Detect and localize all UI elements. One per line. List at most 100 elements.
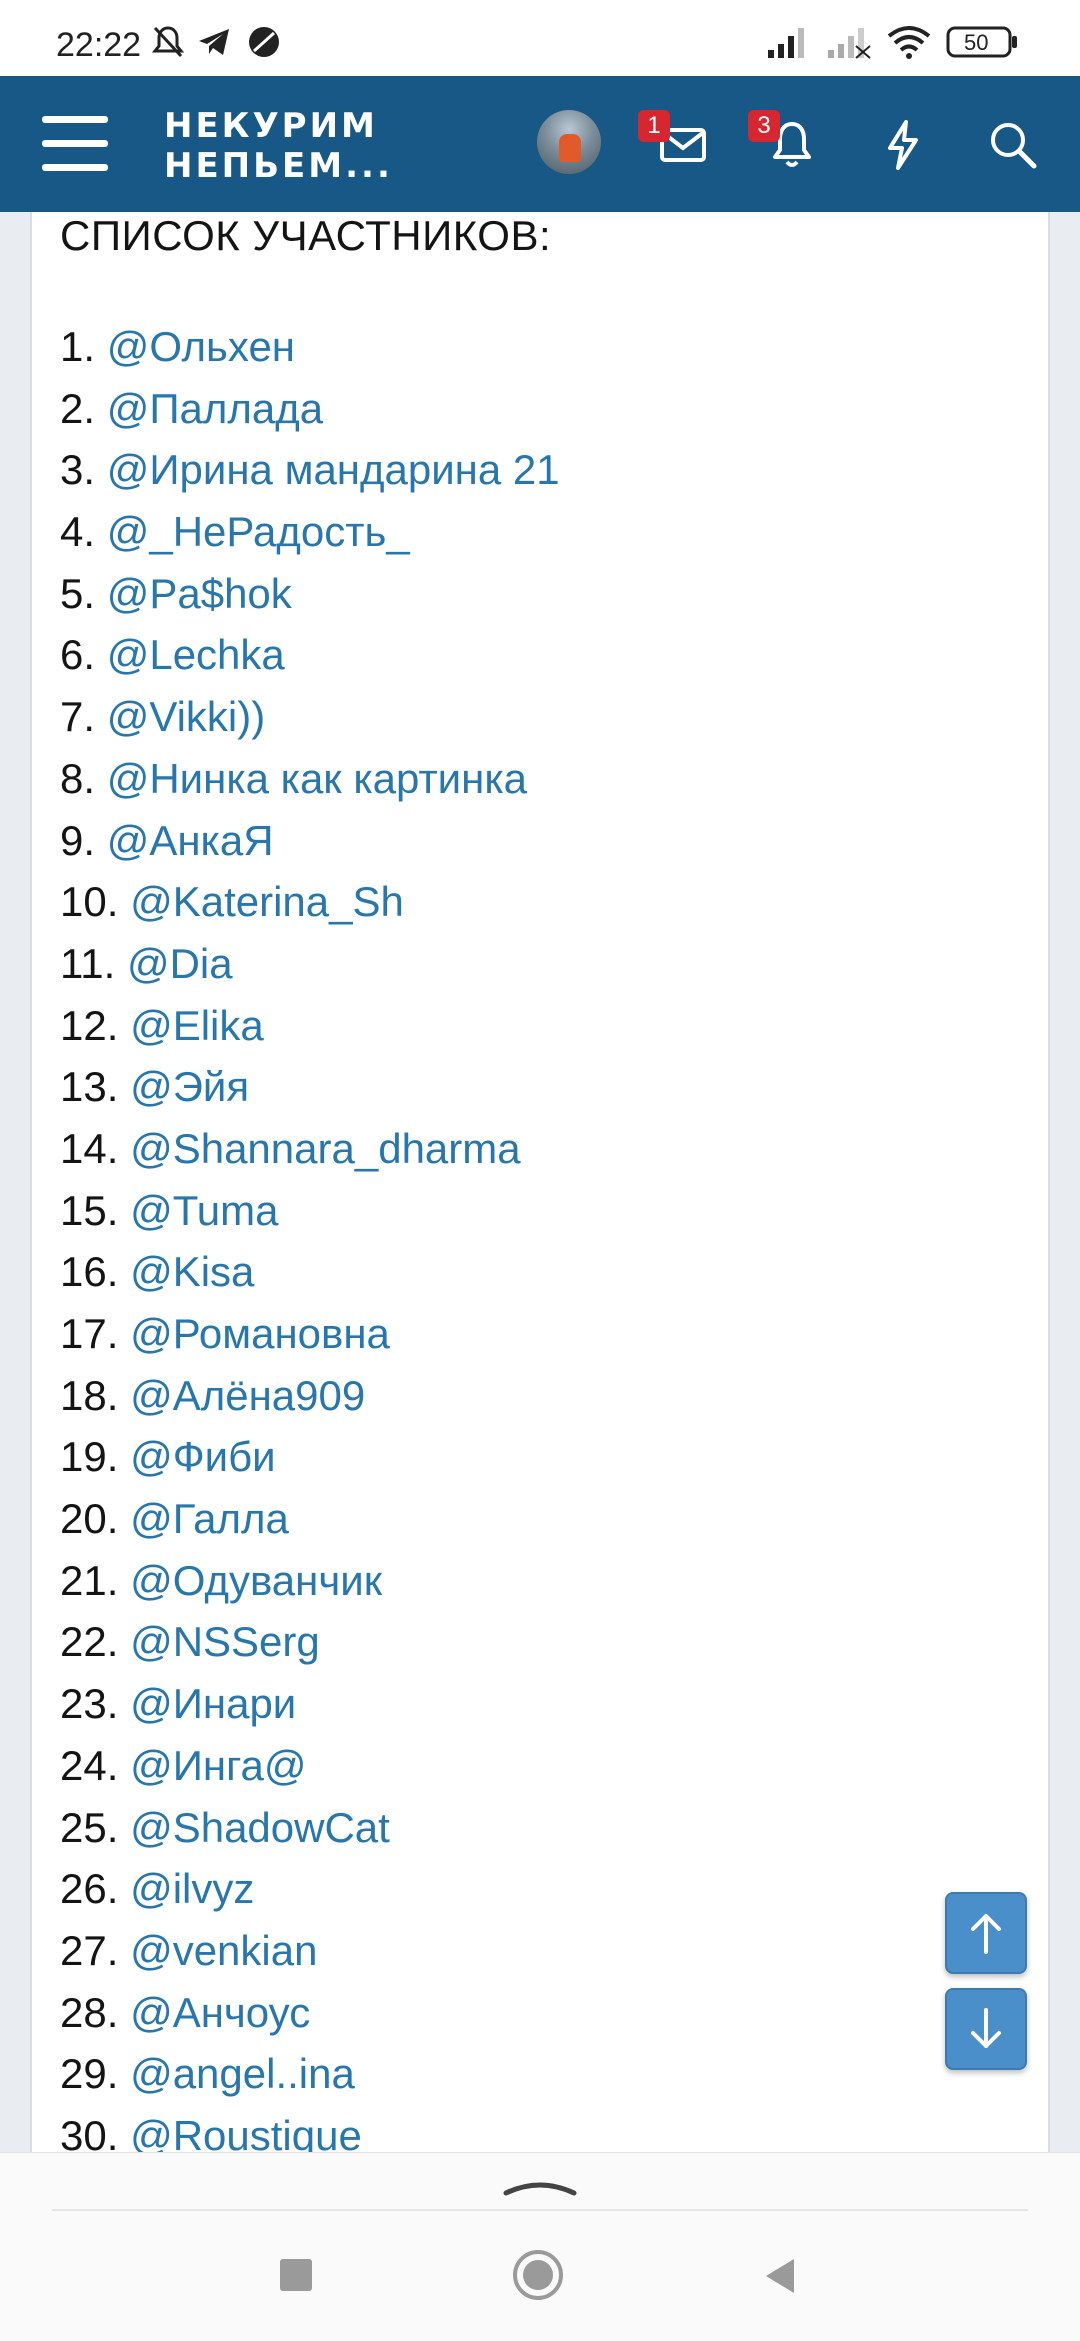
alerts-badge: 3 [748, 110, 780, 142]
search-button[interactable] [980, 112, 1044, 176]
list-item: 8. @Нинка как картинка [60, 748, 560, 810]
list-item: 16. @Kisa [60, 1241, 560, 1303]
list-item-number: 21. [60, 1556, 119, 1604]
user-mention-link[interactable]: @Katerina_Sh [130, 878, 404, 925]
user-mention-link[interactable]: @_НеРадость_ [107, 508, 410, 555]
user-mention-link[interactable]: @Elika [130, 1002, 264, 1049]
user-mention-link[interactable]: @Инари [130, 1680, 296, 1727]
menu-button[interactable] [42, 116, 108, 171]
home-button[interactable] [512, 2249, 564, 2301]
lightning-icon [888, 120, 918, 170]
list-item: 21. @Одуванчик [60, 1550, 560, 1612]
list-item: 29. @angel..ina [60, 2043, 560, 2105]
bottom-bar [0, 2152, 1080, 2341]
list-item-number: 7. [60, 693, 96, 741]
list-item-number: 24. [60, 1741, 119, 1789]
list-item: 2. @Паллада [60, 378, 560, 440]
alerts-button[interactable]: 3 [748, 110, 824, 176]
status-time: 22:22 [56, 26, 142, 64]
user-mention-link[interactable]: @venkian [130, 1927, 317, 1974]
scroll-to-top-button[interactable] [945, 1892, 1027, 1974]
site-header: НЕКУРИМ НЕПЬЕМ... 1 3 [0, 76, 1080, 212]
user-mention-link[interactable]: @Ольхен [107, 323, 295, 370]
user-mention-link[interactable]: @NSSerg [130, 1618, 320, 1665]
recents-button[interactable] [278, 2257, 314, 2293]
user-mention-link[interactable]: @Shannara_dharma [130, 1125, 521, 1172]
list-item: 22. @NSSerg [60, 1611, 560, 1673]
messages-badge: 1 [638, 110, 670, 142]
user-mention-link[interactable]: @Tuma [130, 1187, 278, 1234]
user-mention-link[interactable]: @Эйя [130, 1063, 249, 1110]
list-item-number: 15. [60, 1186, 119, 1234]
list-item: 28. @Анчоус [60, 1982, 560, 2044]
list-item-number: 27. [60, 1926, 119, 1974]
user-avatar[interactable] [537, 110, 601, 174]
user-mention-link[interactable]: @Паллада [107, 385, 323, 432]
list-item: 25. @ShadowCat [60, 1797, 560, 1859]
user-mention-link[interactable]: @Алёна909 [130, 1372, 365, 1419]
list-item-number: 13. [60, 1063, 119, 1111]
signal-icon [828, 28, 871, 59]
list-item: 9. @АнкаЯ [60, 810, 560, 872]
site-logo[interactable]: НЕКУРИМ НЕПЬЕМ... [164, 106, 393, 186]
user-mention-link[interactable]: @Dia [127, 940, 233, 987]
list-item-number: 19. [60, 1433, 119, 1481]
arrow-down-icon [971, 2008, 1001, 2048]
list-item-number: 23. [60, 1680, 119, 1728]
user-mention-link[interactable]: @Нинка как картинка [107, 755, 527, 802]
list-item-number: 26. [60, 1865, 119, 1913]
logo-line-1: НЕКУРИМ [164, 106, 378, 146]
user-mention-link[interactable]: @Романовна [130, 1310, 390, 1357]
list-item: 1. @Ольхен [60, 316, 560, 378]
list-item-number: 18. [60, 1371, 119, 1419]
vpn-icon [249, 27, 279, 57]
messages-button[interactable]: 1 [638, 110, 714, 176]
scroll-to-bottom-button[interactable] [945, 1988, 1027, 2070]
list-item: 18. @Алёна909 [60, 1365, 560, 1427]
list-heading: СПИСОК УЧАСТНИКОВ: [60, 212, 552, 259]
list-item-number: 17. [60, 1310, 119, 1357]
post-content: СПИСОК УЧАСТНИКОВ: 1. @Ольхен 2. @Паллада… [30, 212, 1050, 2159]
list-item: 12. @Elika [60, 995, 560, 1057]
list-item: 10. @Katerina_Sh [60, 871, 560, 933]
user-mention-link[interactable]: @АнкаЯ [107, 817, 274, 864]
list-item-number: 29. [60, 2050, 119, 2098]
user-mention-link[interactable]: @Анчоус [130, 1989, 310, 2036]
user-mention-link[interactable]: @Галла [130, 1495, 289, 1542]
user-mention-link[interactable]: @Lechka [107, 631, 285, 678]
telegram-icon [199, 29, 229, 55]
user-mention-link[interactable]: @Pa$hok [107, 570, 292, 617]
list-item: 17. @Романовна [60, 1303, 560, 1365]
list-item-number: 5. [60, 569, 96, 617]
user-mention-link[interactable]: @Фиби [130, 1433, 276, 1480]
user-mention-link[interactable]: @angel..ina [130, 2050, 355, 2097]
list-item-number: 8. [60, 754, 96, 802]
whats-new-button[interactable] [870, 112, 934, 176]
list-item-number: 16. [60, 1248, 119, 1296]
list-item-number: 2. [60, 384, 96, 432]
signal-icon [768, 28, 804, 58]
back-button[interactable] [762, 2257, 798, 2295]
list-item-number: 25. [60, 1803, 119, 1851]
user-mention-link[interactable]: @ilvyz [130, 1865, 254, 1912]
user-mention-link[interactable]: @Одуванчик [130, 1557, 382, 1604]
list-item: 24. @Инга@ [60, 1735, 560, 1797]
user-mention-link[interactable]: @Vikki)) [107, 693, 266, 740]
battery-level: 50 [964, 30, 989, 55]
list-item-number: 4. [60, 508, 96, 556]
chevron-up-icon[interactable] [500, 2171, 580, 2201]
user-mention-link[interactable]: @Ирина мандарина 21 [107, 446, 560, 493]
user-mention-link[interactable]: @Инга@ [130, 1742, 306, 1789]
list-item-number: 11. [60, 939, 116, 987]
user-mention-link[interactable]: @ShadowCat [130, 1804, 390, 1851]
list-item: 23. @Инари [60, 1673, 560, 1735]
list-item-number: 6. [60, 631, 96, 679]
status-bar: 22:22 50 [0, 0, 1080, 76]
list-item: 7. @Vikki)) [60, 686, 560, 748]
list-item: 4. @_НеРадость_ [60, 501, 560, 563]
logo-line-2: НЕПЬЕМ... [164, 146, 393, 186]
list-item-number: 1. [60, 323, 96, 370]
list-item-number: 22. [60, 1618, 119, 1666]
list-item-number: 14. [60, 1124, 119, 1172]
user-mention-link[interactable]: @Kisa [130, 1248, 254, 1295]
